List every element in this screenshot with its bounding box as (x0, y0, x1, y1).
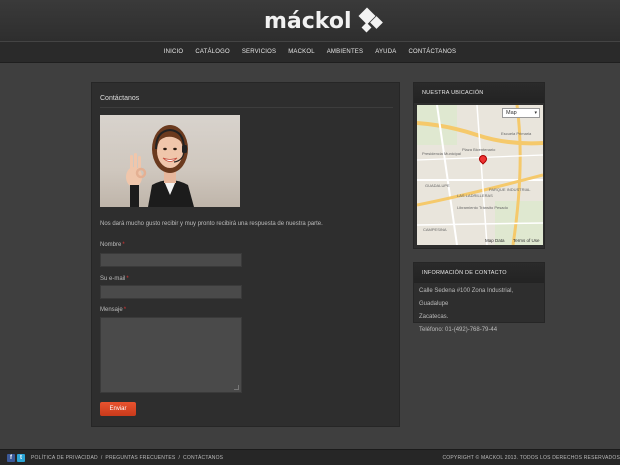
map-data-link[interactable]: Map Data (485, 238, 505, 243)
email-label-text: Su e-mail (100, 276, 126, 282)
address-line-2: Zacatecas. (419, 314, 449, 320)
logo-wordmark: máckol (264, 8, 352, 34)
title-divider (100, 107, 393, 108)
map-label: Presidencia Municipal (422, 151, 461, 156)
message-textarea[interactable] (100, 317, 242, 393)
resize-grip-icon[interactable] (234, 385, 239, 390)
nav-item-inicio[interactable]: INICIO (158, 49, 190, 55)
facebook-icon[interactable]: f (7, 454, 15, 462)
phone-line: Teléfono: 01-(492)-768-79-44 (419, 327, 498, 333)
footer-contact-link[interactable]: CONTÁCTANOS (183, 455, 223, 461)
contact-photo (100, 115, 240, 207)
map-label: PARQUE INDUSTRIAL (489, 187, 531, 192)
message-label-text: Mensaje (100, 307, 123, 313)
contact-info-title: INFORMACIÓN DE CONTACTO (414, 263, 544, 283)
copyright-text: COPYRIGHT © MACKOL 2013. TODOS LOS DEREC… (442, 455, 620, 461)
footer-separator: / (100, 455, 103, 461)
contact-intro-text: Nos dará mucho gusto recibir y muy pront… (100, 221, 323, 227)
contact-info-widget: INFORMACIÓN DE CONTACTO Calle Sedena #10… (413, 262, 545, 333)
map-roads: Presidencia Municipal Plaza Bicentenario… (417, 105, 543, 245)
map-label: LAS LADRILLERAS (457, 193, 493, 198)
address-line-1: Calle Sedena #100 Zona Industrial, Guada… (419, 288, 514, 307)
footer-separator: / (178, 455, 181, 461)
required-marker: * (122, 242, 125, 248)
message-label: Mensaje* (100, 307, 126, 313)
nav-item-servicios[interactable]: SERVICIOS (236, 49, 282, 55)
terms-link[interactable]: Terms of Use (513, 238, 540, 243)
name-label: Nombre* (100, 242, 125, 248)
site-logo[interactable]: máckol (264, 7, 385, 34)
main-nav: INICIO CATÁLOGO SERVICIOS MACKOL AMBIENT… (0, 41, 620, 63)
location-map[interactable]: Presidencia Municipal Plaza Bicentenario… (417, 105, 543, 245)
map-label: GUADALUPE (425, 183, 450, 188)
site-header: máckol (0, 0, 620, 41)
site-footer: f t POLÍTICA DE PRIVACIDAD / PREGUNTAS F… (0, 449, 620, 465)
faq-link[interactable]: PREGUNTAS FRECUENTES (105, 455, 175, 461)
footer-links: POLÍTICA DE PRIVACIDAD / PREGUNTAS FRECU… (31, 455, 223, 461)
nav-item-catalogo[interactable]: CATÁLOGO (189, 49, 236, 55)
email-input[interactable] (100, 285, 242, 299)
submit-button[interactable]: Enviar (100, 402, 136, 416)
location-widget-title: NUESTRA UBICACIÓN (414, 83, 544, 103)
map-label: Libramiento Tránsito Pesado (457, 205, 509, 210)
map-label: CAMPESINA (423, 227, 447, 232)
nav-item-contactanos[interactable]: CONTÁCTANOS (402, 49, 462, 55)
map-label: Plaza Bicentenario (462, 147, 496, 152)
name-label-text: Nombre (100, 242, 122, 248)
required-marker: * (126, 276, 129, 282)
map-type-select[interactable]: Map ▾ (502, 108, 540, 118)
map-type-value: Map (506, 110, 517, 116)
email-label: Su e-mail* (100, 276, 129, 282)
contact-panel: Contáctanos Nos dará mucho gusto recibir… (91, 82, 400, 427)
page-title: Contáctanos (100, 95, 140, 102)
required-marker: * (123, 307, 127, 313)
operator-illustration (126, 125, 194, 207)
nav-item-ambientes[interactable]: AMBIENTES (321, 49, 369, 55)
chevron-down-icon: ▾ (534, 110, 537, 116)
location-widget: NUESTRA UBICACIÓN Presidencia Municipal … (413, 82, 545, 249)
twitter-icon[interactable]: t (17, 454, 25, 462)
name-input[interactable] (100, 253, 242, 267)
nav-item-mackol[interactable]: MACKOL (282, 49, 321, 55)
diamond-logo-icon (355, 7, 385, 34)
map-label: Escuela Primaria (501, 131, 532, 136)
nav-item-ayuda[interactable]: AYUDA (369, 49, 402, 55)
privacy-link[interactable]: POLÍTICA DE PRIVACIDAD (31, 455, 98, 461)
